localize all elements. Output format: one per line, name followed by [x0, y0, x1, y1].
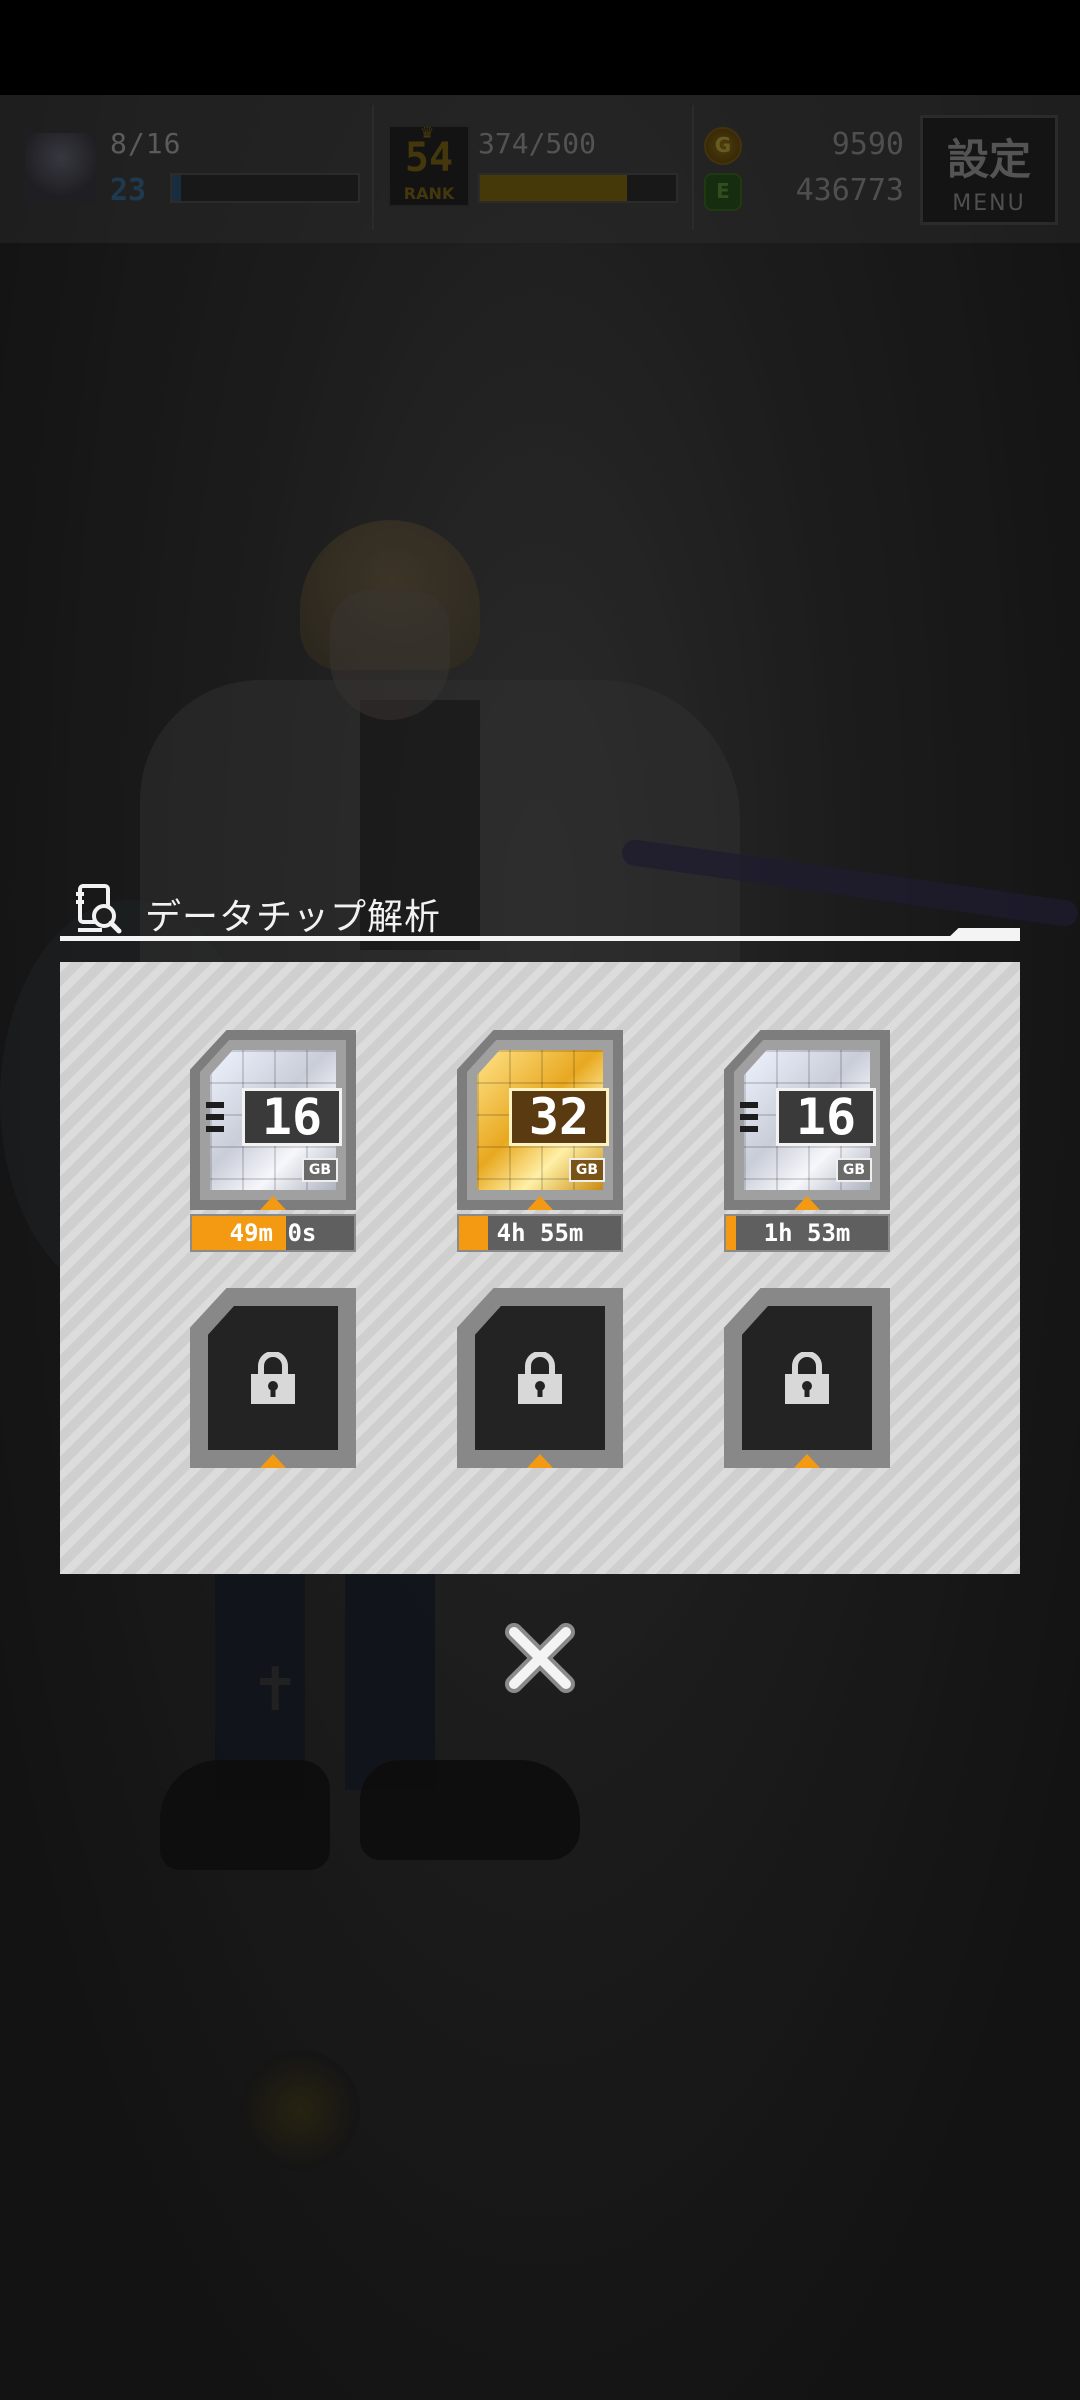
lock-icon — [518, 1352, 562, 1404]
dialog-title-underline — [60, 936, 1020, 941]
analysis-timer-2: 4h 55m — [457, 1214, 623, 1252]
analysis-timer-1: 49m 0s — [190, 1214, 356, 1252]
locked-slot-1[interactable] — [190, 1288, 356, 1468]
timer-text: 1h 53m — [763, 1219, 851, 1247]
timer-text: 49m 0s — [229, 1219, 317, 1247]
chip-unit: GB — [569, 1158, 605, 1182]
chip-capacity: 32 — [509, 1088, 609, 1146]
chip-unit: GB — [836, 1158, 872, 1182]
close-icon — [505, 1623, 575, 1693]
lock-icon — [251, 1352, 295, 1404]
chip-pins — [206, 1102, 224, 1132]
chip-unit: GB — [302, 1158, 338, 1182]
chip-capacity: 16 — [776, 1088, 876, 1146]
data-analysis-icon — [76, 884, 122, 934]
dialog-header: データチップ解析 — [60, 880, 1020, 940]
analysis-timer-3: 1h 53m — [724, 1214, 890, 1252]
chip-slot-1[interactable]: 16 GB — [190, 1030, 356, 1210]
chip-slot-3[interactable]: 16 GB — [724, 1030, 890, 1210]
locked-slot-2[interactable] — [457, 1288, 623, 1468]
close-button[interactable] — [500, 1618, 580, 1698]
locked-slot-3[interactable] — [724, 1288, 890, 1468]
dialog-title: データチップ解析 — [145, 897, 442, 938]
timer-text: 4h 55m — [496, 1219, 584, 1247]
chip-pins — [740, 1102, 758, 1132]
chip-slot-2[interactable]: 32 GB — [457, 1030, 623, 1210]
chip-capacity: 16 — [242, 1088, 342, 1146]
lock-icon — [785, 1352, 829, 1404]
status-bar — [0, 0, 1080, 95]
